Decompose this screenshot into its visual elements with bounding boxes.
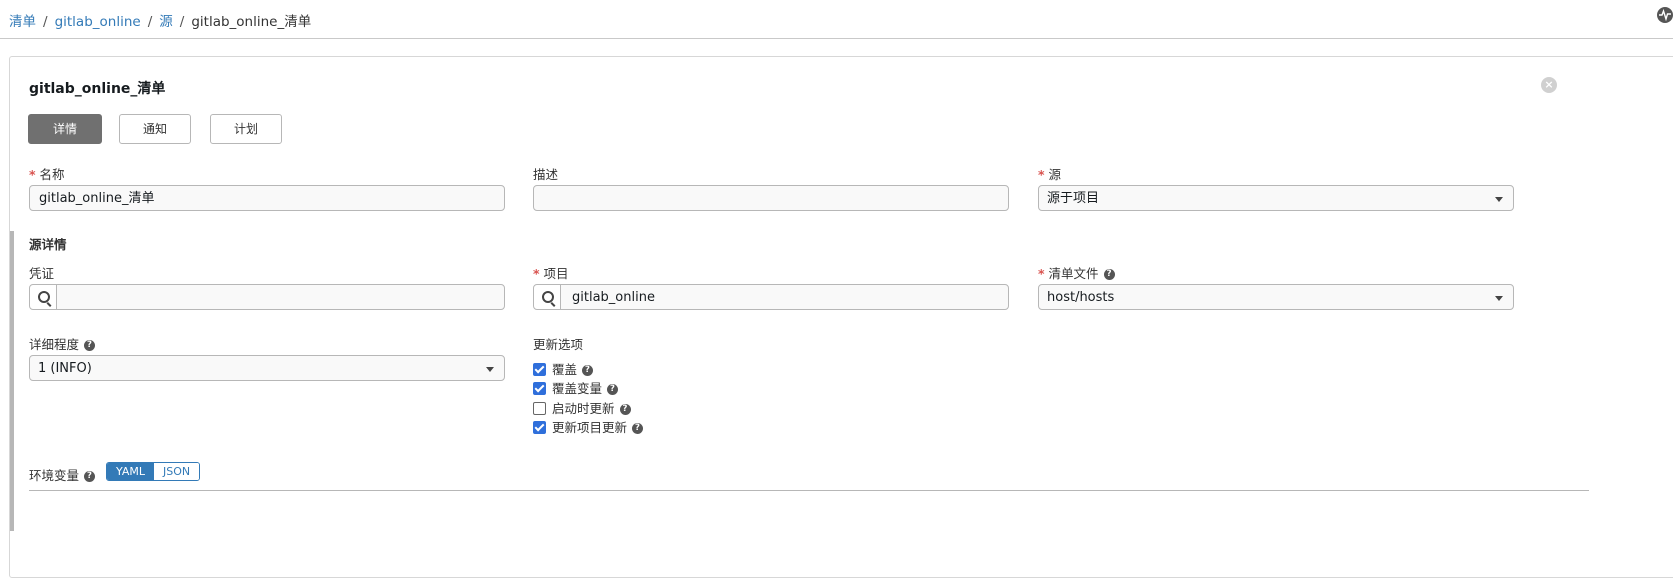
inventory-file-value: host/hosts (1047, 290, 1115, 305)
verbosity-select[interactable]: 1 (INFO) (29, 355, 505, 381)
breadcrumb-inventory[interactable]: gitlab_online (55, 14, 141, 30)
breadcrumb-separator: / (147, 14, 153, 30)
source-label: * 源 (1038, 164, 1061, 183)
yaml-json-toggle: YAML JSON (106, 462, 201, 481)
credential-search-button[interactable] (29, 284, 57, 310)
help-icon[interactable]: ? (632, 423, 644, 434)
update-options-label: 更新选项 (533, 337, 584, 352)
project-lookup: gitlab_online (533, 284, 1009, 310)
name-label-text: 名称 (39, 167, 65, 182)
source-form-panel: gitlab_online_清单 × 详情 通知 计划 * 名称 gitlab_o… (9, 56, 1673, 578)
required-marker: * (1038, 266, 1045, 281)
update-on-launch-label: 启动时更新 (552, 401, 615, 416)
help-icon[interactable]: ? (619, 404, 631, 415)
description-label: 描述 (533, 167, 559, 182)
help-icon[interactable]: ? (84, 471, 96, 482)
chevron-down-icon (486, 367, 494, 372)
source-select[interactable]: 源于项目 (1038, 185, 1514, 211)
description-field[interactable] (533, 185, 1009, 211)
inventory-file-label: * 清单文件? (1038, 263, 1115, 282)
update-on-project-update-label: 更新项目更新 (552, 420, 628, 435)
update-on-project-update-checkbox[interactable] (533, 421, 546, 434)
inventory-file-select[interactable]: host/hosts (1038, 284, 1514, 310)
required-marker: * (533, 266, 540, 281)
tab-schedules[interactable]: 计划 (210, 114, 282, 144)
project-search-button[interactable] (533, 284, 561, 310)
project-label: * 项目 (533, 263, 569, 282)
breadcrumb-inventories[interactable]: 清单 (9, 14, 36, 30)
overwrite-vars-checkbox[interactable] (533, 382, 546, 395)
credential-field[interactable] (56, 284, 505, 310)
name-label: * 名称 (29, 164, 65, 183)
overwrite-vars-label: 覆盖变量 (552, 381, 603, 396)
verbosity-value: 1 (INFO) (38, 361, 92, 376)
chevron-down-icon (1495, 296, 1503, 301)
overwrite-vars-option[interactable]: 覆盖变量? (533, 378, 619, 397)
breadcrumb-current: gitlab_online_清单 (191, 14, 312, 30)
search-icon (38, 291, 50, 303)
breadcrumb: 清单 / gitlab_online / 源 / gitlab_online_清单 (9, 10, 311, 30)
yaml-toggle-button[interactable]: YAML (107, 463, 155, 480)
env-vars-label: 环境变量? (29, 465, 96, 484)
credential-label: 凭证 (29, 266, 55, 281)
activity-stream-icon[interactable] (1657, 7, 1673, 23)
name-field[interactable]: gitlab_online_清单 (29, 185, 505, 211)
panel-accent-bar (10, 231, 14, 531)
help-icon[interactable]: ? (1103, 269, 1115, 280)
breadcrumb-separator: / (43, 14, 48, 30)
inventory-file-label-text: 清单文件 (1048, 266, 1099, 281)
panel-title: gitlab_online_清单 (29, 81, 166, 97)
tab-notifications[interactable]: 通知 (119, 114, 191, 144)
update-on-launch-option[interactable]: 启动时更新? (533, 398, 631, 417)
search-icon (542, 291, 554, 303)
top-bar: 清单 / gitlab_online / 源 / gitlab_online_清单 (0, 0, 1673, 39)
overwrite-checkbox[interactable] (533, 363, 546, 376)
json-toggle-button[interactable]: JSON (154, 463, 200, 480)
overwrite-label: 覆盖 (552, 362, 578, 377)
tab-details[interactable]: 详情 (28, 114, 102, 144)
update-on-project-update-option[interactable]: 更新项目更新? (533, 417, 644, 436)
source-label-text: 源 (1048, 167, 1062, 182)
source-select-value: 源于项目 (1047, 191, 1100, 206)
close-icon[interactable]: × (1541, 77, 1557, 93)
breadcrumb-sources[interactable]: 源 (159, 14, 173, 30)
project-field[interactable]: gitlab_online (560, 284, 1009, 310)
required-marker: * (1038, 167, 1045, 182)
breadcrumb-separator: / (179, 14, 185, 30)
source-details-heading: 源详情 (29, 237, 67, 252)
required-marker: * (29, 167, 36, 182)
update-on-launch-checkbox[interactable] (533, 402, 546, 415)
verbosity-label-text: 详细程度 (29, 337, 80, 352)
verbosity-label: 详细程度? (29, 334, 96, 353)
help-icon[interactable]: ? (84, 340, 96, 351)
chevron-down-icon (1495, 197, 1503, 202)
code-editor-top-border (29, 490, 1589, 491)
help-icon[interactable]: ? (582, 365, 594, 376)
credential-lookup (29, 284, 505, 310)
help-icon[interactable]: ? (607, 384, 619, 395)
project-label-text: 项目 (543, 266, 569, 281)
overwrite-option[interactable]: 覆盖? (533, 359, 594, 378)
env-vars-label-text: 环境变量 (29, 468, 80, 483)
